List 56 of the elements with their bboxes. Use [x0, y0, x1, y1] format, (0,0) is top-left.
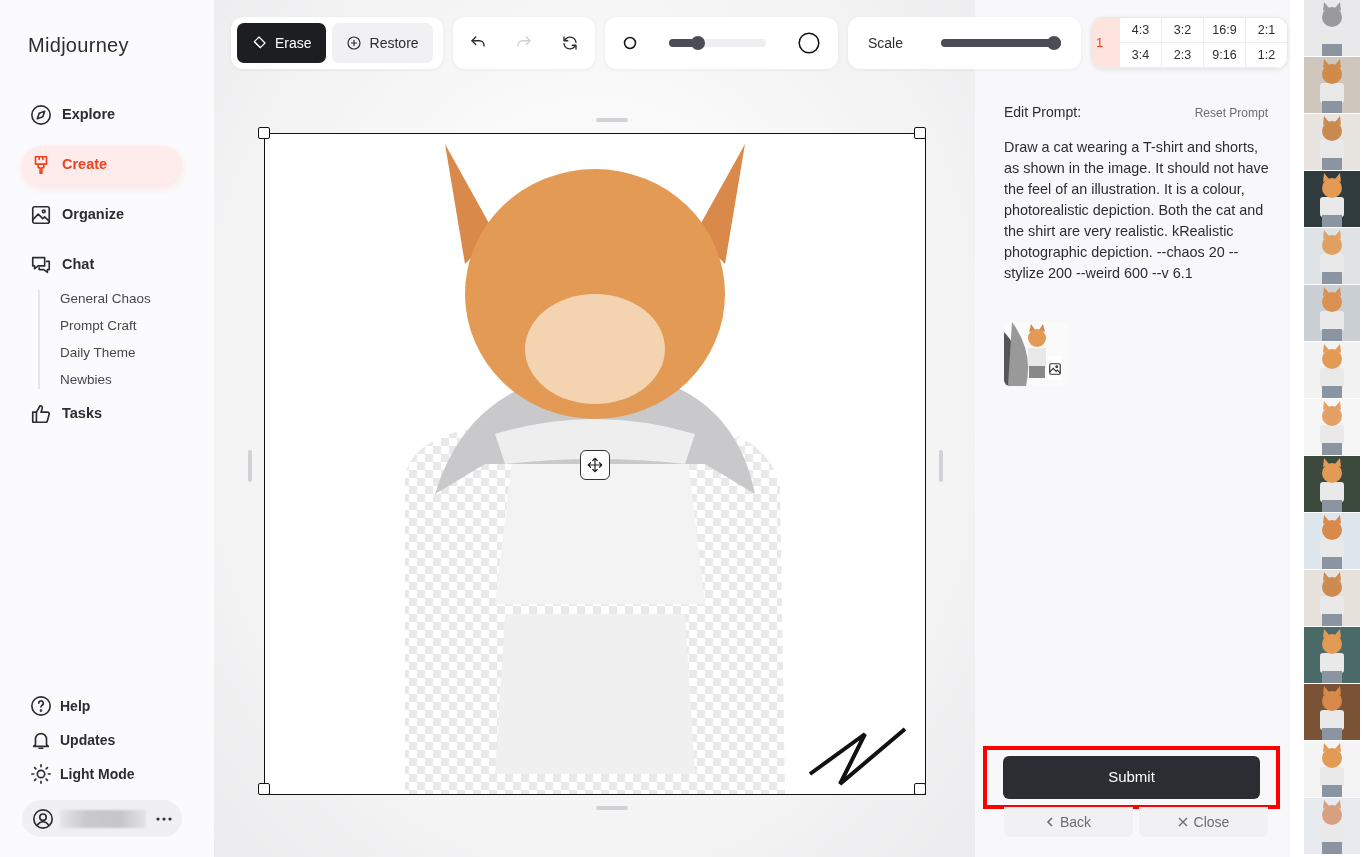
tool-tab[interactable]: Erase [237, 23, 326, 63]
brush-size-slider[interactable] [669, 36, 766, 50]
channel-link[interactable]: Prompt Craft [60, 317, 192, 335]
drag-handle[interactable] [247, 450, 252, 482]
channel-link[interactable]: Daily Theme [60, 344, 192, 362]
prompt-heading: Edit Prompt: [1004, 103, 1082, 122]
reset-prompt-link[interactable]: Reset Prompt [1194, 103, 1268, 122]
user-icon [32, 807, 54, 830]
help-icon [30, 695, 52, 717]
nav-item[interactable]: Chat [22, 246, 182, 284]
channel-link[interactable]: Newbies [60, 371, 192, 389]
tool-tab[interactable]: Restore [331, 23, 433, 63]
app-logo: Midjourney [27, 33, 130, 58]
aspect-ratio-option[interactable]: 1:2 [1246, 43, 1287, 68]
scale-slider[interactable] [941, 36, 1061, 50]
drag-handle[interactable] [595, 118, 628, 122]
image-icon [1048, 361, 1062, 376]
resize-handle[interactable] [257, 127, 270, 139]
eraser-icon [251, 35, 267, 51]
nav-item[interactable]: Explore [22, 96, 182, 134]
resize-handle[interactable] [913, 127, 926, 139]
chat-icon [30, 254, 52, 276]
aspect-ratio-option[interactable]: 2:3 [1162, 43, 1204, 68]
nav-item[interactable]: Organize [22, 196, 182, 234]
aspect-ratio-option[interactable]: 2:1 [1246, 18, 1287, 43]
sidebar-link[interactable]: Help [22, 694, 192, 718]
sun-icon [30, 763, 52, 785]
chevron-left-icon [1045, 817, 1054, 827]
sidebar-link[interactable]: Updates [22, 728, 192, 752]
nav-item[interactable]: Tasks [22, 395, 182, 433]
aspect-ratio-option[interactable]: 16:9 [1204, 18, 1246, 43]
aspect-ratio-option[interactable]: 3:4 [1120, 43, 1162, 68]
close-icon [1177, 817, 1188, 827]
aspect-ratio-option[interactable]: 9:16 [1204, 43, 1246, 68]
close-button[interactable]: Close [1139, 807, 1268, 837]
resize-handle[interactable] [257, 783, 270, 795]
scale-label: Scale [868, 33, 904, 53]
compass-icon [30, 104, 52, 126]
move-handle[interactable] [579, 450, 610, 480]
aspect-ratio-option[interactable]: 4:3 [1120, 18, 1162, 43]
aspect-ratio-option[interactable]: 3:2 [1162, 18, 1204, 43]
prompt-text[interactable]: Draw a cat wearing a T-shirt and shorts, as shown in the image. It should not have the feel of an illustration. It is a colour, photorealistic depiction. Both the cat and the shirt are very realistic. kRealistic photographic depiction. --chaos 20 --stylize 200 --weird 600 --v 6.1 [1004, 137, 1270, 284]
drag-handle[interactable] [938, 450, 943, 482]
user-menu[interactable] [22, 800, 182, 837]
channel-link[interactable]: General Chaos [60, 290, 192, 308]
image-icon [30, 204, 52, 226]
small-brush-icon [623, 36, 637, 50]
plus-circle-icon [345, 35, 362, 51]
back-button[interactable]: Back [1004, 807, 1133, 837]
move-icon [585, 456, 604, 474]
submit-button[interactable]: Submit [1003, 756, 1260, 799]
sidebar-link[interactable]: Light Mode [22, 762, 192, 786]
large-brush-icon [798, 32, 820, 54]
more-icon[interactable] [156, 816, 172, 821]
thumbs-up-icon [30, 403, 52, 425]
drag-handle[interactable] [595, 806, 628, 810]
